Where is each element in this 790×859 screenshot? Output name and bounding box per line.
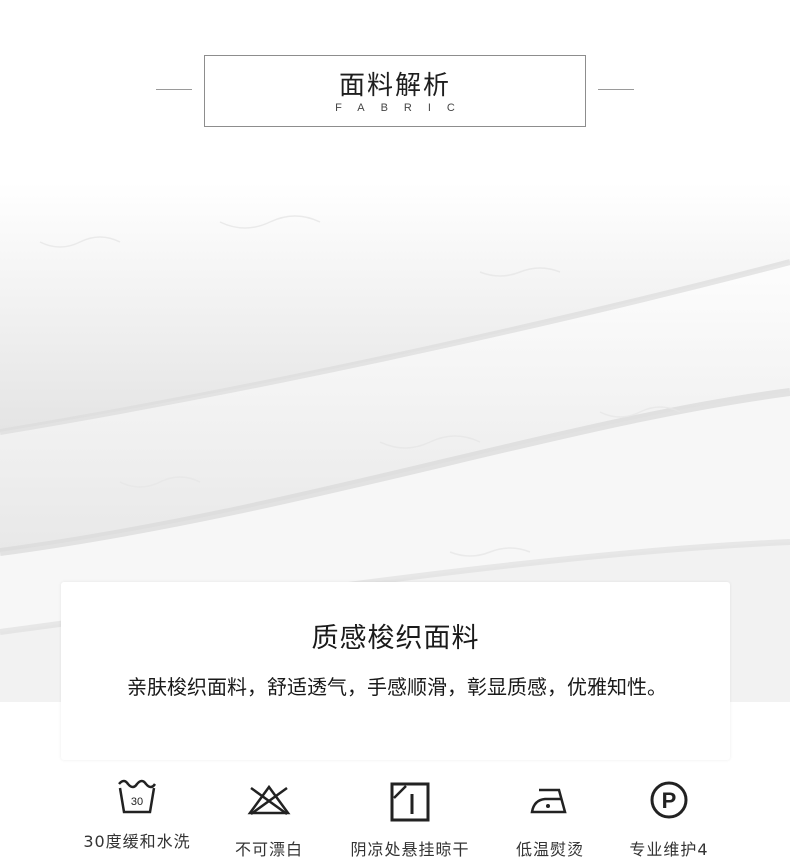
care-label-no-bleach: 不可漂白 [234, 840, 303, 859]
care-instructions: 30 30度缓和水洗 不可漂白 阴凉处悬挂晾干 低温熨烫 P 专业维护4 [0, 770, 790, 859]
svg-text:30: 30 [131, 796, 143, 808]
wash-30-icon: 30 [115, 776, 159, 820]
header-divider-right [598, 89, 634, 90]
feature-title: 质感梭织面料 [311, 623, 480, 654]
care-label-professional: 专业维护4 [629, 840, 709, 859]
care-label-hang-dry: 阴凉处悬挂晾干 [350, 840, 470, 859]
section-subtitle: FABRIC [335, 102, 471, 114]
section-header: 面料解析 FABRIC [0, 0, 790, 180]
section-title-box: 面料解析 FABRIC [204, 55, 586, 127]
no-bleach-icon [247, 784, 291, 820]
section-title: 面料解析 [338, 71, 451, 101]
low-iron-icon [529, 786, 571, 820]
professional-care-p-icon: P [649, 780, 689, 824]
svg-text:P: P [662, 788, 677, 813]
header-divider-left [156, 89, 192, 90]
care-label-wash: 30度缓和水洗 [83, 832, 191, 851]
feature-card: 质感梭织面料 亲肤梭织面料，舒适透气，手感顺滑，彰显质感，优雅知性。 [61, 582, 730, 760]
feature-description: 亲肤梭织面料，舒适透气，手感顺滑，彰显质感，优雅知性。 [127, 675, 667, 699]
shade-hang-dry-icon [390, 782, 430, 826]
